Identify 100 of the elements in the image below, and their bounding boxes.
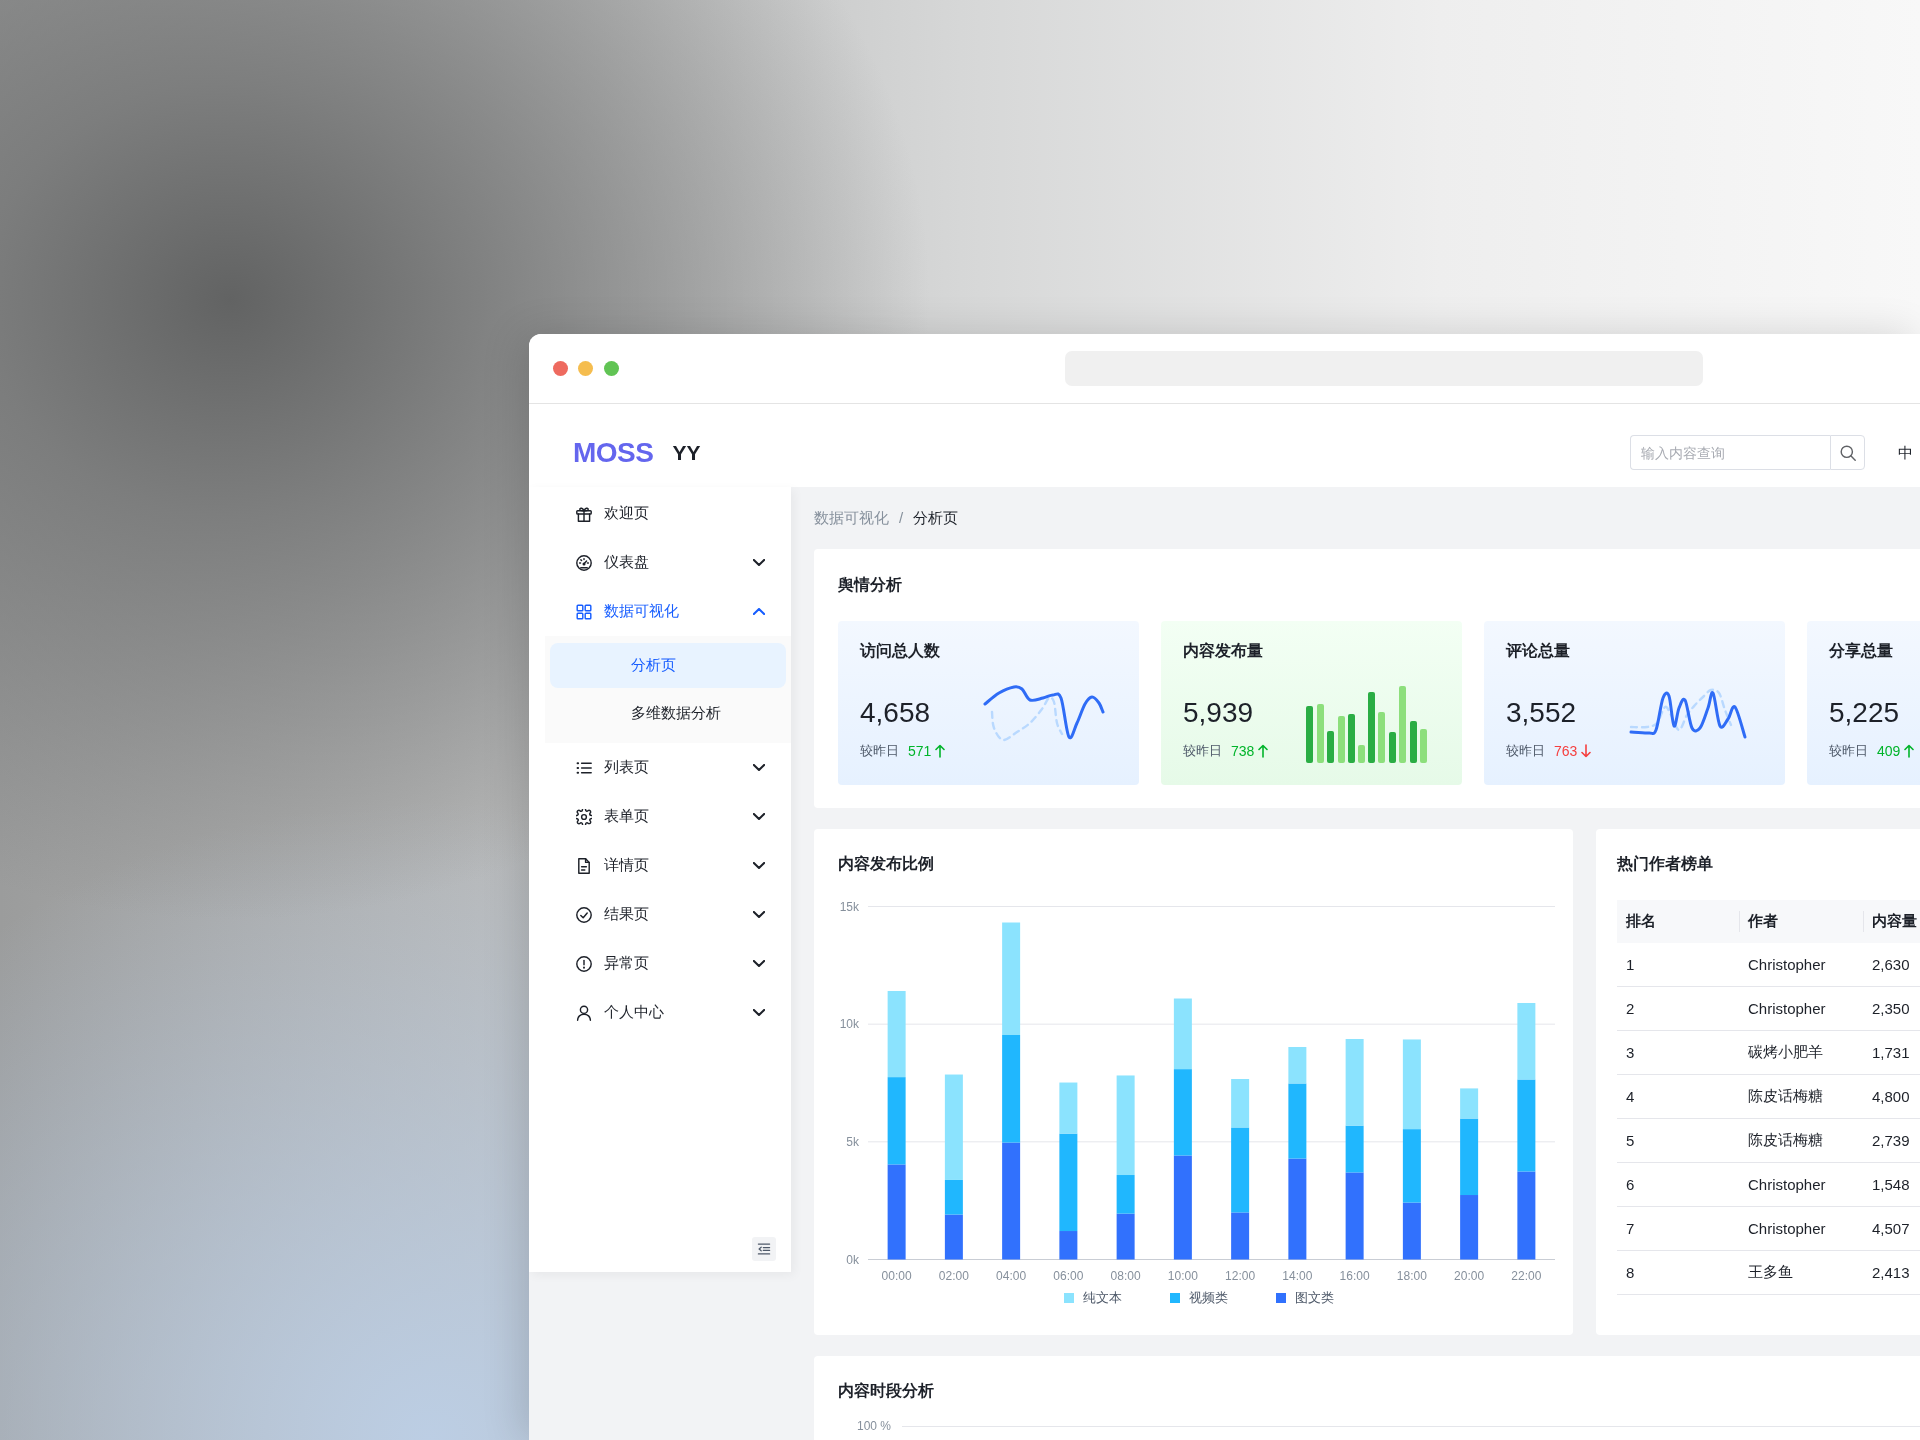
- mini-bar: [1368, 692, 1375, 763]
- table-cell: 2,630: [1863, 943, 1920, 987]
- sidebar-item[interactable]: 仪表盘: [545, 538, 791, 587]
- table-cell: 2,350: [1863, 986, 1920, 1031]
- column-header: 排名: [1617, 900, 1739, 943]
- search-field[interactable]: 输入内容查询: [1630, 435, 1830, 470]
- table-cell: Christopher: [1739, 1206, 1863, 1251]
- app-name: YY: [672, 439, 701, 466]
- bar-segment: [944, 1214, 963, 1260]
- menu-fold-icon: [757, 1242, 771, 1256]
- language-link[interactable]: 中: [1898, 442, 1913, 463]
- settings-icon: [576, 808, 592, 825]
- sidebar-item[interactable]: 详情页: [545, 841, 791, 890]
- stat-title: 评论总量: [1506, 641, 1571, 661]
- x-axis-label: 06:00: [1053, 1268, 1084, 1283]
- table-cell: Christopher: [1739, 1162, 1863, 1207]
- y-axis-label: 15k: [839, 899, 859, 914]
- submenu-item[interactable]: 多维数据分析: [550, 691, 786, 736]
- stat-value: 5,939: [1183, 697, 1255, 729]
- mini-bar: [1348, 714, 1355, 763]
- table-cell: 1: [1617, 943, 1739, 987]
- table-cell: 王多鱼: [1739, 1250, 1863, 1295]
- sidebar-item[interactable]: 异常页: [545, 939, 791, 988]
- y-axis-label: 100 %: [857, 1419, 892, 1433]
- sidebar-item[interactable]: 表单页: [545, 792, 791, 841]
- zoom-button[interactable]: [603, 361, 619, 376]
- x-axis-label: 20:00: [1454, 1268, 1485, 1283]
- table-cell: 4,800: [1863, 1074, 1920, 1119]
- stat-title: 分享总量: [1829, 641, 1894, 661]
- table-cell: 3: [1617, 1030, 1739, 1075]
- y-axis-label: 5k: [846, 1134, 859, 1149]
- change-value: 571: [908, 743, 932, 759]
- gift-icon: [576, 505, 592, 522]
- compare-label: 较昨日: [1506, 742, 1545, 760]
- x-axis-label: 02:00: [938, 1268, 969, 1283]
- search-button[interactable]: [1830, 435, 1865, 470]
- table-cell: 1,731: [1863, 1030, 1920, 1075]
- table-cell: 陈皮话梅糖: [1739, 1118, 1863, 1163]
- compare-label: 较昨日: [1829, 742, 1868, 760]
- mini-bar: [1338, 716, 1345, 763]
- sidebar-item[interactable]: 个人中心: [545, 988, 791, 1037]
- table-cell: Christopher: [1739, 986, 1863, 1031]
- sidebar-item[interactable]: 列表页: [545, 743, 791, 792]
- bar-segment: [1460, 1195, 1479, 1260]
- x-axis-label: 00:00: [881, 1268, 912, 1283]
- mini-bar: [1420, 729, 1427, 763]
- x-axis-label: 04:00: [996, 1268, 1027, 1283]
- sidebar-item[interactable]: 欢迎页: [545, 489, 791, 538]
- sidebar-item[interactable]: 数据可视化: [545, 587, 791, 636]
- bar-segment: [1116, 1213, 1135, 1260]
- minimize-button[interactable]: [578, 361, 593, 376]
- legend-label: 纯文本: [1082, 1289, 1122, 1307]
- change-value: 763: [1554, 743, 1578, 759]
- table-cell: 2,739: [1863, 1118, 1920, 1163]
- table-cell: 4: [1617, 1074, 1739, 1119]
- x-axis-label: 14:00: [1282, 1268, 1313, 1283]
- x-axis-label: 12:00: [1225, 1268, 1256, 1283]
- table-cell: 8: [1617, 1250, 1739, 1295]
- mini-bar: [1378, 712, 1385, 763]
- y-axis-label: 0k: [846, 1252, 859, 1267]
- logo: MOSS: [573, 435, 654, 470]
- table-cell: 2: [1617, 986, 1739, 1031]
- close-button[interactable]: [552, 361, 568, 376]
- table-cell: 6: [1617, 1162, 1739, 1207]
- table-cell: 碳烤小肥羊: [1739, 1030, 1863, 1075]
- table-cell: 2,413: [1863, 1250, 1920, 1295]
- table-cell: 5: [1617, 1118, 1739, 1163]
- y-axis-label: 10k: [839, 1017, 859, 1032]
- gauge-icon: [576, 554, 592, 571]
- sidebar-item[interactable]: 结果页: [545, 890, 791, 939]
- card-title: 内容发布比例: [838, 854, 935, 874]
- stat-title: 内容发布量: [1183, 641, 1264, 661]
- x-axis-label: 10:00: [1167, 1268, 1198, 1283]
- x-axis-label: 18:00: [1396, 1268, 1427, 1283]
- mini-bar: [1327, 731, 1334, 763]
- submenu-item[interactable]: 分析页: [550, 643, 786, 688]
- table-cell: 陈皮话梅糖: [1739, 1074, 1863, 1119]
- breadcrumb-item: 分析页: [913, 508, 959, 528]
- stat-value: 4,658: [860, 697, 932, 729]
- table-cell: Christopher: [1739, 943, 1863, 987]
- column-header: 内容量: [1863, 900, 1920, 943]
- collapse-button[interactable]: [752, 1237, 776, 1261]
- user-icon: [576, 1004, 592, 1021]
- x-axis-label: 22:00: [1511, 1268, 1542, 1283]
- table-cell: 4,507: [1863, 1206, 1920, 1251]
- legend-label: 视频类: [1188, 1289, 1228, 1307]
- card-title: 热门作者榜单: [1617, 854, 1714, 874]
- stat-title: 访问总人数: [860, 641, 941, 661]
- table-cell: 7: [1617, 1206, 1739, 1251]
- compare-label: 较昨日: [1183, 742, 1222, 760]
- mini-bar: [1317, 704, 1324, 763]
- mini-bar: [1358, 745, 1365, 763]
- list-icon: [576, 759, 592, 776]
- table-cell: 1,548: [1863, 1162, 1920, 1207]
- x-axis-label: 08:00: [1110, 1268, 1141, 1283]
- grid-icon: [576, 603, 592, 620]
- compare-label: 较昨日: [860, 742, 899, 760]
- mini-bar: [1306, 706, 1313, 763]
- mini-bar: [1410, 721, 1417, 763]
- legend-label: 图文类: [1294, 1289, 1334, 1307]
